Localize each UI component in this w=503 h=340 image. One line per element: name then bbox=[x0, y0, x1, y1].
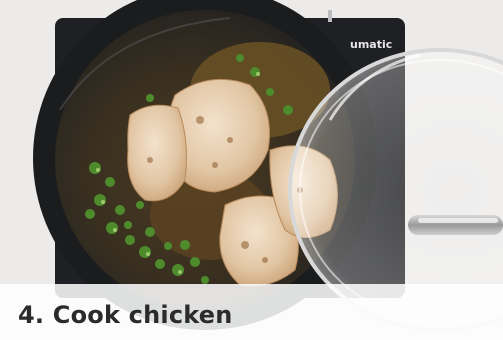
step-title: 4. Cook chicken bbox=[18, 301, 233, 329]
lid-handle bbox=[408, 215, 503, 235]
cooktop-brand-label: umatic bbox=[350, 38, 392, 51]
recipe-step-card: umatic 4. Cook chicken bbox=[0, 0, 503, 340]
chicken-thigh-2 bbox=[127, 104, 187, 202]
